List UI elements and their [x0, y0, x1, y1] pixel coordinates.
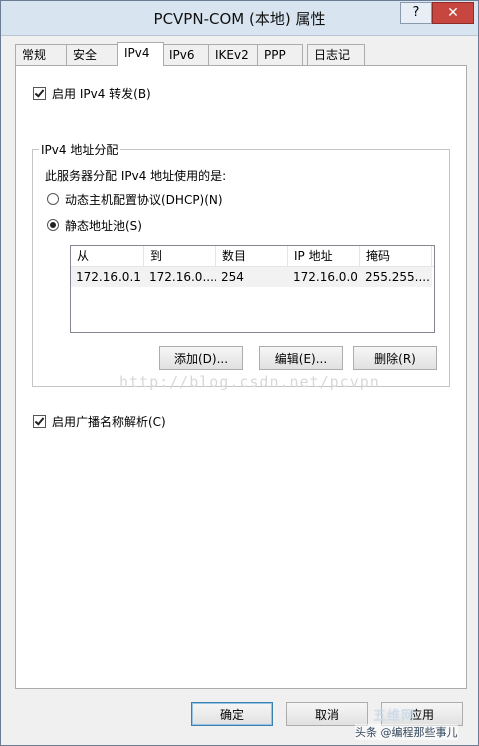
- column-count[interactable]: 数目: [216, 246, 288, 266]
- tab-ipv4[interactable]: IPv4: [117, 42, 164, 66]
- title-bar: PCVPN-COM (本地) 属性 ? ✕: [1, 1, 478, 36]
- group-title: IPv4 地址分配: [39, 141, 121, 158]
- broadcast-name-label: 启用广播名称解析(C): [52, 415, 166, 429]
- tab-ipv6[interactable]: IPv6: [162, 44, 209, 65]
- edit-button[interactable]: 编辑(E)...: [259, 346, 343, 370]
- assignment-description: 此服务器分配 IPv4 地址使用的是:: [45, 169, 227, 183]
- tab-ppp[interactable]: PPP: [257, 44, 303, 65]
- dhcp-radio[interactable]: [47, 193, 59, 205]
- column-mask[interactable]: 掩码: [360, 246, 432, 266]
- dhcp-label: 动态主机配置协议(DHCP)(N): [65, 193, 223, 207]
- ipv4-panel: 启用 IPv4 转发(B) IPv4 地址分配 此服务器分配 IPv4 地址使用…: [15, 65, 467, 689]
- credit-watermark: 头条 @编程那些事儿: [355, 724, 458, 740]
- add-button[interactable]: 添加(D)...: [159, 346, 243, 370]
- ipv4-forwarding-option[interactable]: 启用 IPv4 转发(B): [33, 85, 151, 102]
- broadcast-name-option[interactable]: 启用广播名称解析(C): [33, 413, 166, 430]
- ipv4-assignment-group: IPv4 地址分配 此服务器分配 IPv4 地址使用的是: 动态主机配置协议(D…: [32, 141, 450, 387]
- cell-ip-address: 172.16.0.0: [293, 270, 358, 284]
- static-pool-label: 静态地址池(S): [65, 219, 142, 233]
- cancel-button[interactable]: 取消: [286, 702, 368, 726]
- properties-window: PCVPN-COM (本地) 属性 ? ✕ 常规 安全 IPv4 IPv6 IK…: [0, 0, 479, 746]
- dhcp-option[interactable]: 动态主机配置协议(DHCP)(N): [47, 191, 223, 208]
- list-header: 从 到 数目 IP 地址 掩码: [71, 246, 434, 267]
- cell-to: 172.16.0....: [149, 270, 216, 284]
- close-button[interactable]: ✕: [432, 2, 474, 24]
- column-to[interactable]: 到: [144, 246, 216, 266]
- tab-logging[interactable]: 日志记录: [307, 44, 365, 82]
- cell-from: 172.16.0.1: [76, 270, 141, 284]
- tab-security[interactable]: 安全: [66, 44, 120, 65]
- address-pool-list[interactable]: 从 到 数目 IP 地址 掩码 172.16.0.1 172.16.0.... …: [70, 245, 435, 333]
- delete-button[interactable]: 删除(R): [353, 346, 437, 370]
- broadcast-name-checkbox[interactable]: [33, 415, 46, 428]
- brand-watermark: 五维网: [373, 709, 416, 724]
- cell-mask: 255.255....: [365, 270, 430, 284]
- tab-general[interactable]: 常规: [15, 44, 69, 65]
- ipv4-forwarding-label: 启用 IPv4 转发(B): [52, 87, 151, 101]
- static-pool-radio[interactable]: [47, 219, 59, 231]
- table-row[interactable]: 172.16.0.1 172.16.0.... 254 172.16.0.0 2…: [71, 267, 432, 287]
- ipv4-forwarding-checkbox[interactable]: [33, 87, 46, 100]
- column-from[interactable]: 从: [71, 246, 144, 266]
- static-pool-option[interactable]: 静态地址池(S): [47, 217, 142, 234]
- ok-button[interactable]: 确定: [191, 702, 273, 726]
- tab-ikev2[interactable]: IKEv2: [208, 44, 260, 65]
- cell-count: 254: [221, 270, 244, 284]
- help-button[interactable]: ?: [400, 2, 432, 24]
- column-ip-address[interactable]: IP 地址: [288, 246, 360, 266]
